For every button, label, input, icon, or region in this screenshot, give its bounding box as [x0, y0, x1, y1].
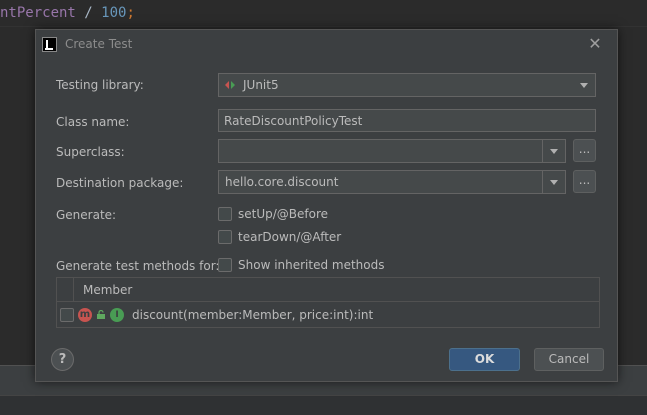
superclass-combo[interactable]	[218, 139, 566, 163]
table-row[interactable]: m I discount(member:Member, price:int):i…	[57, 303, 599, 328]
create-test-dialog: Create Test ✕ Testing library: JUnit5 Cl…	[35, 29, 618, 382]
code-variable: ntPercent	[0, 5, 76, 21]
class-name-label: Class name:	[56, 115, 130, 129]
superclass-browse-button[interactable]: ...	[573, 139, 596, 162]
combo-separator	[542, 171, 543, 193]
destination-package-browse-button[interactable]: ...	[573, 170, 596, 193]
setup-label: setUp/@Before	[238, 207, 329, 221]
teardown-option[interactable]: tearDown/@After	[218, 230, 341, 244]
destination-package-combo[interactable]: hello.core.discount	[218, 170, 566, 194]
methods-label: Generate test methods for:	[56, 259, 220, 273]
column-divider	[73, 278, 74, 302]
members-table: Member m I discount(member:Member, price…	[56, 277, 600, 328]
editor-background: ntPercent / 100;	[0, 0, 647, 26]
testing-library-value: JUnit5	[243, 78, 279, 92]
dropdown-arrow-icon	[580, 83, 588, 88]
show-inherited-option[interactable]: Show inherited methods	[218, 258, 385, 272]
class-name-input[interactable]	[219, 110, 595, 131]
implemented-interface-icon: I	[110, 308, 124, 322]
help-icon[interactable]: ?	[51, 348, 74, 371]
column-header-member[interactable]: Member	[83, 283, 132, 297]
show-inherited-checkbox[interactable]	[218, 258, 232, 272]
dropdown-arrow-icon[interactable]	[550, 180, 558, 185]
editor-code-line: ntPercent / 100;	[0, 4, 135, 22]
ok-button[interactable]: OK	[449, 348, 520, 371]
superclass-label: Superclass:	[56, 145, 125, 159]
setup-option[interactable]: setUp/@Before	[218, 207, 328, 221]
teardown-checkbox[interactable]	[218, 230, 232, 244]
junit-icon	[225, 81, 235, 89]
table-header: Member	[57, 278, 599, 302]
combo-separator	[542, 140, 543, 162]
show-inherited-label: Show inherited methods	[238, 258, 385, 272]
lock-icon	[97, 310, 105, 319]
code-semicolon: ;	[126, 5, 135, 21]
destination-package-value: hello.core.discount	[225, 175, 339, 189]
cancel-button[interactable]: Cancel	[534, 348, 604, 371]
editor-divider	[0, 26, 647, 27]
member-checkbox[interactable]	[60, 308, 74, 322]
setup-checkbox[interactable]	[218, 207, 232, 221]
class-name-field[interactable]	[218, 109, 596, 132]
generate-label: Generate:	[56, 208, 117, 222]
method-icon: m	[78, 308, 92, 322]
destination-package-label: Destination package:	[56, 176, 184, 190]
testing-library-dropdown[interactable]: JUnit5	[218, 73, 596, 97]
editor-status-strip	[0, 395, 647, 415]
member-signature: discount(member:Member, price:int):int	[132, 308, 374, 322]
testing-library-label: Testing library:	[56, 78, 144, 92]
dialog-titlebar[interactable]: Create Test ✕	[36, 30, 617, 60]
dialog-title: Create Test	[65, 37, 133, 51]
intellij-app-icon	[42, 37, 57, 52]
dropdown-arrow-icon[interactable]	[550, 149, 558, 154]
close-icon[interactable]: ✕	[587, 36, 603, 52]
code-number: 100	[101, 5, 127, 21]
code-operator: /	[75, 5, 102, 21]
teardown-label: tearDown/@After	[238, 230, 342, 244]
